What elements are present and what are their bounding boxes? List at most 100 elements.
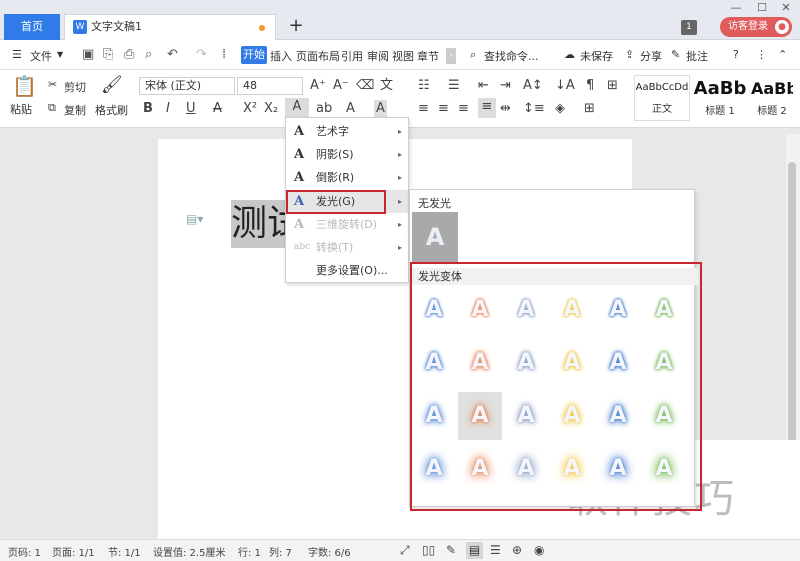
char-shading-icon[interactable]: A: [374, 100, 387, 118]
print-preview-icon[interactable]: ⌕: [145, 48, 152, 62]
status-row[interactable]: 行: 1: [238, 544, 261, 559]
font-size-select[interactable]: 48: [237, 77, 303, 95]
tab-document[interactable]: W 文字文稿1: [64, 14, 276, 40]
outline-view-icon[interactable]: ☰: [490, 543, 501, 557]
shrink-font-icon[interactable]: A⁻: [333, 77, 349, 95]
menu-chapter[interactable]: 章节: [417, 48, 439, 64]
align-justify-icon[interactable]: ≡: [478, 98, 496, 118]
paste-button[interactable]: 粘贴: [10, 101, 32, 117]
eye-protection-icon[interactable]: ◉: [534, 543, 544, 557]
undo-icon[interactable]: ↶: [167, 48, 178, 62]
maximize-icon[interactable]: ☐: [755, 2, 769, 14]
borders-icon[interactable]: ⊞: [584, 100, 595, 118]
read-mode-icon[interactable]: ▯▯: [422, 543, 435, 557]
no-glow-option[interactable]: A: [412, 212, 458, 262]
search-command[interactable]: 查找命令...: [484, 48, 539, 64]
new-tab-button[interactable]: +: [286, 14, 306, 38]
collapse-ribbon-icon[interactable]: ⌃: [778, 48, 787, 61]
help-icon[interactable]: ?: [733, 48, 739, 61]
cut-button[interactable]: 剪切: [64, 79, 86, 95]
tab-home[interactable]: 首页: [4, 14, 60, 40]
bullet-list-icon[interactable]: ☷: [418, 77, 430, 95]
menu-item-more-settings[interactable]: 更多设置(O)...: [286, 259, 408, 282]
menu-item-shadow[interactable]: A 阴影(S) ▸: [286, 143, 408, 166]
subscript-icon[interactable]: X₂: [264, 100, 278, 118]
numbered-list-icon[interactable]: ☰: [448, 77, 460, 95]
paste-icon[interactable]: 📋: [12, 74, 37, 98]
format-painter-button[interactable]: 格式刷: [95, 102, 128, 118]
share-button[interactable]: 分享: [640, 48, 662, 64]
comment-button[interactable]: 批注: [686, 48, 708, 64]
unsaved-status[interactable]: 未保存: [580, 48, 613, 64]
style-heading-1[interactable]: AaBb 标题 1: [692, 75, 748, 121]
page-view-icon[interactable]: ▤: [466, 542, 483, 559]
pinyin-icon[interactable]: 文: [380, 77, 393, 95]
close-icon[interactable]: ✕: [779, 2, 793, 14]
menu-review[interactable]: 审阅: [367, 48, 389, 64]
grow-font-icon[interactable]: A⁺: [310, 77, 326, 95]
format-painter-icon[interactable]: 🖌: [101, 75, 123, 95]
distribute-icon[interactable]: ⇹: [500, 100, 511, 118]
shading-icon[interactable]: ◈: [555, 100, 565, 118]
bold-icon[interactable]: B: [143, 100, 153, 118]
ribbon-scroll-right-icon[interactable]: ›: [446, 48, 456, 64]
status-bar: 页码: 1 页面: 1/1 节: 1/1 设置值: 2.5厘米 行: 1 列: …: [0, 539, 800, 561]
status-setting[interactable]: 设置值: 2.5厘米: [153, 544, 225, 559]
style-normal[interactable]: AaBbCcDd 正文: [634, 75, 690, 121]
scrollbar-thumb[interactable]: [788, 162, 796, 472]
document-icon: W: [73, 20, 87, 34]
redo-icon[interactable]: ↷: [196, 48, 207, 62]
increase-indent-icon[interactable]: ⇥: [500, 77, 511, 95]
minimize-icon[interactable]: —: [729, 2, 743, 14]
decrease-indent-icon[interactable]: ⇤: [478, 77, 489, 95]
text-direction-icon[interactable]: A↕: [523, 77, 543, 95]
sort-icon[interactable]: ↓A: [555, 77, 575, 95]
print-icon[interactable]: ⎙: [124, 48, 134, 62]
strikethrough-icon[interactable]: A: [213, 100, 222, 118]
align-right-icon[interactable]: ≡: [458, 100, 469, 118]
more-icon[interactable]: ⁞: [222, 48, 226, 62]
menu-item-art-text[interactable]: A 艺术字 ▸: [286, 120, 408, 143]
style-heading-2[interactable]: AaBb 标题 2: [750, 75, 794, 121]
edit-mode-icon[interactable]: ✎: [446, 543, 456, 557]
menu-item-label: 三维旋转(D): [316, 218, 378, 231]
status-column[interactable]: 列: 7: [269, 544, 292, 559]
menu-view[interactable]: 视图: [392, 48, 414, 64]
login-button[interactable]: 访客登录 ●: [720, 17, 792, 37]
web-view-icon[interactable]: ⊕: [512, 543, 522, 557]
more-options-icon[interactable]: ⋮: [756, 48, 767, 61]
clear-format-icon[interactable]: ⌫: [356, 77, 374, 95]
align-center-icon[interactable]: ≡: [438, 100, 449, 118]
table-icon[interactable]: ⊞: [607, 77, 618, 95]
menu-references[interactable]: 引用: [341, 48, 363, 64]
font-name-select[interactable]: 宋体 (正文): [139, 77, 235, 95]
line-spacing-icon[interactable]: ↕≡: [523, 100, 545, 118]
menu-page-layout[interactable]: 页面布局: [296, 48, 340, 64]
menu-start[interactable]: 开始: [241, 46, 267, 64]
fullscreen-icon[interactable]: ⤢: [400, 543, 410, 558]
window-count-badge[interactable]: 1: [681, 20, 697, 35]
tab-document-label: 文字文稿1: [91, 20, 142, 33]
show-marks-icon[interactable]: ¶: [586, 77, 594, 95]
document-text[interactable]: 测试: [231, 200, 291, 248]
status-word-count[interactable]: 字数: 6/6: [308, 544, 351, 559]
superscript-icon[interactable]: X²: [243, 100, 257, 118]
status-section[interactable]: 节: 1/1: [108, 544, 141, 559]
status-page-number[interactable]: 页码: 1: [8, 544, 41, 559]
align-left-icon[interactable]: ≡: [418, 100, 429, 118]
copy-button[interactable]: 复制: [64, 102, 86, 118]
copy-icon[interactable]: ⧉: [48, 101, 56, 115]
italic-icon[interactable]: I: [166, 100, 170, 118]
menu-item-glow[interactable]: A 发光(G) ▸: [286, 190, 408, 214]
underline-icon[interactable]: U: [186, 100, 196, 118]
menu-insert[interactable]: 插入: [270, 48, 292, 64]
menu-item-reflection[interactable]: A 倒影(R) ▸: [286, 166, 408, 189]
paragraph-handle-icon[interactable]: ▤▾: [186, 212, 203, 226]
cut-icon[interactable]: ✂: [48, 78, 57, 91]
text-effect-button[interactable]: A: [285, 98, 309, 118]
status-pages[interactable]: 页面: 1/1: [52, 544, 95, 559]
export-icon[interactable]: ⎘: [103, 48, 113, 62]
save-icon[interactable]: ▣: [82, 48, 94, 62]
menu-file[interactable]: 文件: [30, 48, 52, 64]
hamburger-icon[interactable]: ☰: [12, 48, 22, 61]
